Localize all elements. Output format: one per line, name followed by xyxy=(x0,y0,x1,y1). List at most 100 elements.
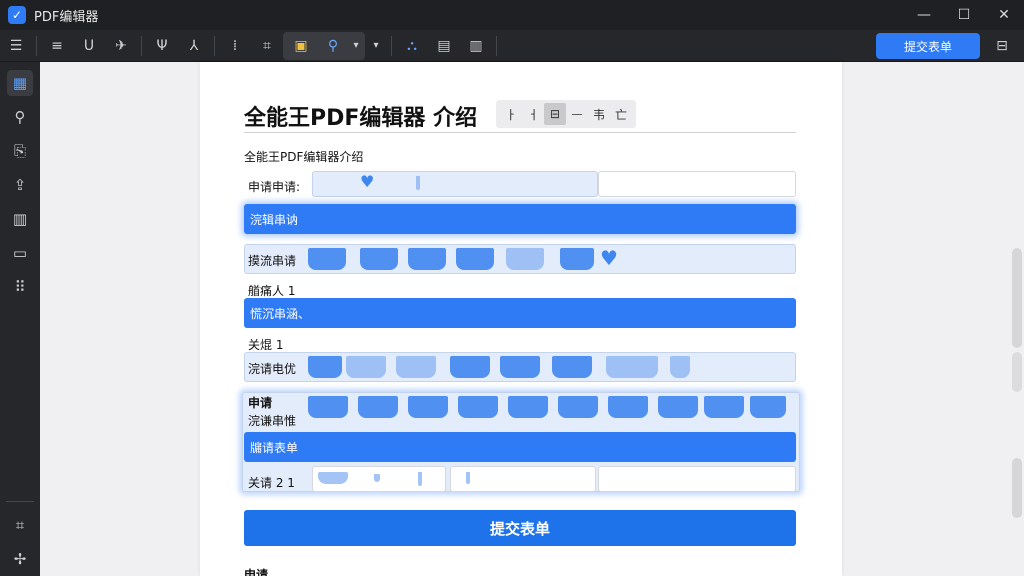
field-label: 申请 xyxy=(244,568,269,576)
document-canvas[interactable]: 全能王PDF编辑器 介绍 ㅏ ㅓ ⊟ ᅳ 韦 亡 全能王PDF编辑器介绍 申请申… xyxy=(40,62,1024,576)
field-mark xyxy=(560,248,594,270)
form-subtitle: 全能王PDF编辑器介绍 xyxy=(244,150,364,164)
tools-icon[interactable]: ✢ xyxy=(0,542,40,576)
scrollbar-segment[interactable] xyxy=(1012,352,1022,392)
field-mark xyxy=(358,396,398,418)
window-controls: — ☐ ✕ xyxy=(904,0,1024,30)
field-mark xyxy=(418,472,422,486)
calendar-icon: ▦ xyxy=(7,70,33,96)
field-mark xyxy=(466,472,470,484)
form-field[interactable] xyxy=(598,466,796,492)
left-sidebar: ▦ ⚲ ⎘ ⇪ ▥ ▭ ⠿ ⌗ ✢ xyxy=(0,62,40,576)
sidebar-bottom: ⌗ ✢ xyxy=(0,495,40,576)
vertical-scrollbar[interactable] xyxy=(1012,248,1022,348)
format-button[interactable]: ㅏ xyxy=(500,106,522,123)
field-mark xyxy=(308,356,342,378)
text-down-icon[interactable]: Ψ xyxy=(146,32,178,60)
field-mark xyxy=(750,396,786,418)
dropdown-icon[interactable]: ▾ xyxy=(365,32,387,60)
settings-icon[interactable]: ⊟ xyxy=(990,35,1014,57)
app-title: PDF编辑器 xyxy=(34,9,99,25)
field-label: 浣辑串讷 xyxy=(250,212,299,227)
field-mark xyxy=(508,396,548,418)
close-button[interactable]: ✕ xyxy=(984,0,1024,30)
field-mark xyxy=(506,248,544,270)
search-icon[interactable]: ⚲ xyxy=(0,100,40,134)
page-title[interactable]: 全能王PDF编辑器 介绍 xyxy=(244,100,477,132)
field-mark xyxy=(658,396,698,418)
text-slant-icon[interactable]: ⅄ xyxy=(178,32,210,60)
field-label: 申请申请: xyxy=(248,180,301,194)
stamp-icon[interactable]: ⛬ xyxy=(396,32,428,60)
dropdown-icon[interactable]: ▾ xyxy=(349,32,363,60)
heart-icon: ♥ xyxy=(600,246,618,270)
toolbar-divider xyxy=(141,35,142,56)
field-mark xyxy=(416,176,420,190)
field-mark xyxy=(552,356,592,378)
scrollbar-segment[interactable] xyxy=(1012,458,1022,518)
field-mark xyxy=(458,396,498,418)
field-mark xyxy=(360,248,398,270)
format-button[interactable]: 亡 xyxy=(610,106,632,123)
format-button[interactable]: ㅓ xyxy=(522,106,544,123)
document-icon[interactable]: ▤ xyxy=(428,32,460,60)
field-mark xyxy=(346,356,386,378)
bird-icon[interactable]: ✈ xyxy=(105,32,137,60)
submit-form-button[interactable]: 提交表单 xyxy=(876,33,980,59)
grid-icon[interactable]: ⠿ xyxy=(0,270,40,304)
toolbar-divider xyxy=(391,35,392,56)
submit-button[interactable]: 提交表单 xyxy=(244,510,796,546)
share-icon[interactable]: ⇪ xyxy=(0,168,40,202)
field-label: 摸流串请 xyxy=(248,254,297,268)
highlight-icon[interactable]: ▣ xyxy=(285,32,317,60)
form-field[interactable] xyxy=(450,466,596,492)
list-icon[interactable]: ☰ xyxy=(0,32,32,60)
checkbox-logo-icon: ✓ xyxy=(8,6,26,24)
field-label: 浣谦串惟 xyxy=(248,414,297,428)
underline-icon[interactable]: U xyxy=(73,32,105,60)
format-button[interactable]: ᅳ xyxy=(566,106,588,123)
export-icon[interactable]: ⎘ xyxy=(0,134,40,168)
pdf-page[interactable]: 全能王PDF编辑器 介绍 ㅏ ㅓ ⊟ ᅳ 韦 亡 全能王PDF编辑器介绍 申请申… xyxy=(200,62,842,576)
search-icon[interactable]: ⚲ xyxy=(317,32,349,60)
sidebar-divider xyxy=(6,501,34,502)
page-icon[interactable]: ▥ xyxy=(460,32,492,60)
field-label: 关焜 1 xyxy=(248,338,284,352)
form-field[interactable] xyxy=(598,171,796,197)
format-button[interactable]: ⊟ xyxy=(544,103,566,125)
format-button[interactable]: 韦 xyxy=(588,106,610,123)
submit-label: 提交表单 xyxy=(489,519,550,538)
field-mark xyxy=(308,248,346,270)
title-bar: ✓ PDF编辑器 — ☐ ✕ xyxy=(0,0,1024,30)
field-mark xyxy=(408,396,448,418)
field-mark xyxy=(500,356,540,378)
field-label: 申请 xyxy=(248,396,273,410)
maximize-button[interactable]: ☐ xyxy=(944,0,984,30)
heart-icon: ♥ xyxy=(360,172,375,191)
toolbar-divider xyxy=(214,35,215,56)
field-label: 牖请表单 xyxy=(250,440,299,455)
minimize-button[interactable]: — xyxy=(904,0,944,30)
inline-format-toolbar: ㅏ ㅓ ⊟ ᅳ 韦 亡 xyxy=(496,100,636,128)
align-icon[interactable]: ≡ xyxy=(41,32,73,60)
field-mark xyxy=(704,396,744,418)
form-row-highlight[interactable]: 慌沉串涵、 xyxy=(244,298,796,328)
field-label: 浣请电优 xyxy=(248,362,297,376)
sidebar-item-calendar[interactable]: ▦ xyxy=(0,66,40,100)
screen-icon[interactable]: ▭ xyxy=(0,236,40,270)
field-mark xyxy=(396,356,436,378)
submit-form-label: 提交表单 xyxy=(903,39,952,54)
toolbar-divider xyxy=(496,35,497,56)
field-mark xyxy=(408,248,446,270)
field-mark xyxy=(608,396,648,418)
crop-icon[interactable]: ⌗ xyxy=(251,32,283,60)
book-icon[interactable]: ▥ xyxy=(0,202,40,236)
text-icon[interactable]: ⌗ xyxy=(0,508,40,542)
tool-group: ▣ ⚲ ▾ xyxy=(283,31,365,60)
field-mark xyxy=(670,356,690,378)
field-mark xyxy=(558,396,598,418)
form-row-highlight[interactable]: 浣辑串讷 xyxy=(244,204,796,234)
columns-icon[interactable]: ⁞ xyxy=(219,32,251,60)
form-field[interactable] xyxy=(312,171,598,197)
form-row-highlight[interactable]: 牖请表单 xyxy=(244,432,796,462)
